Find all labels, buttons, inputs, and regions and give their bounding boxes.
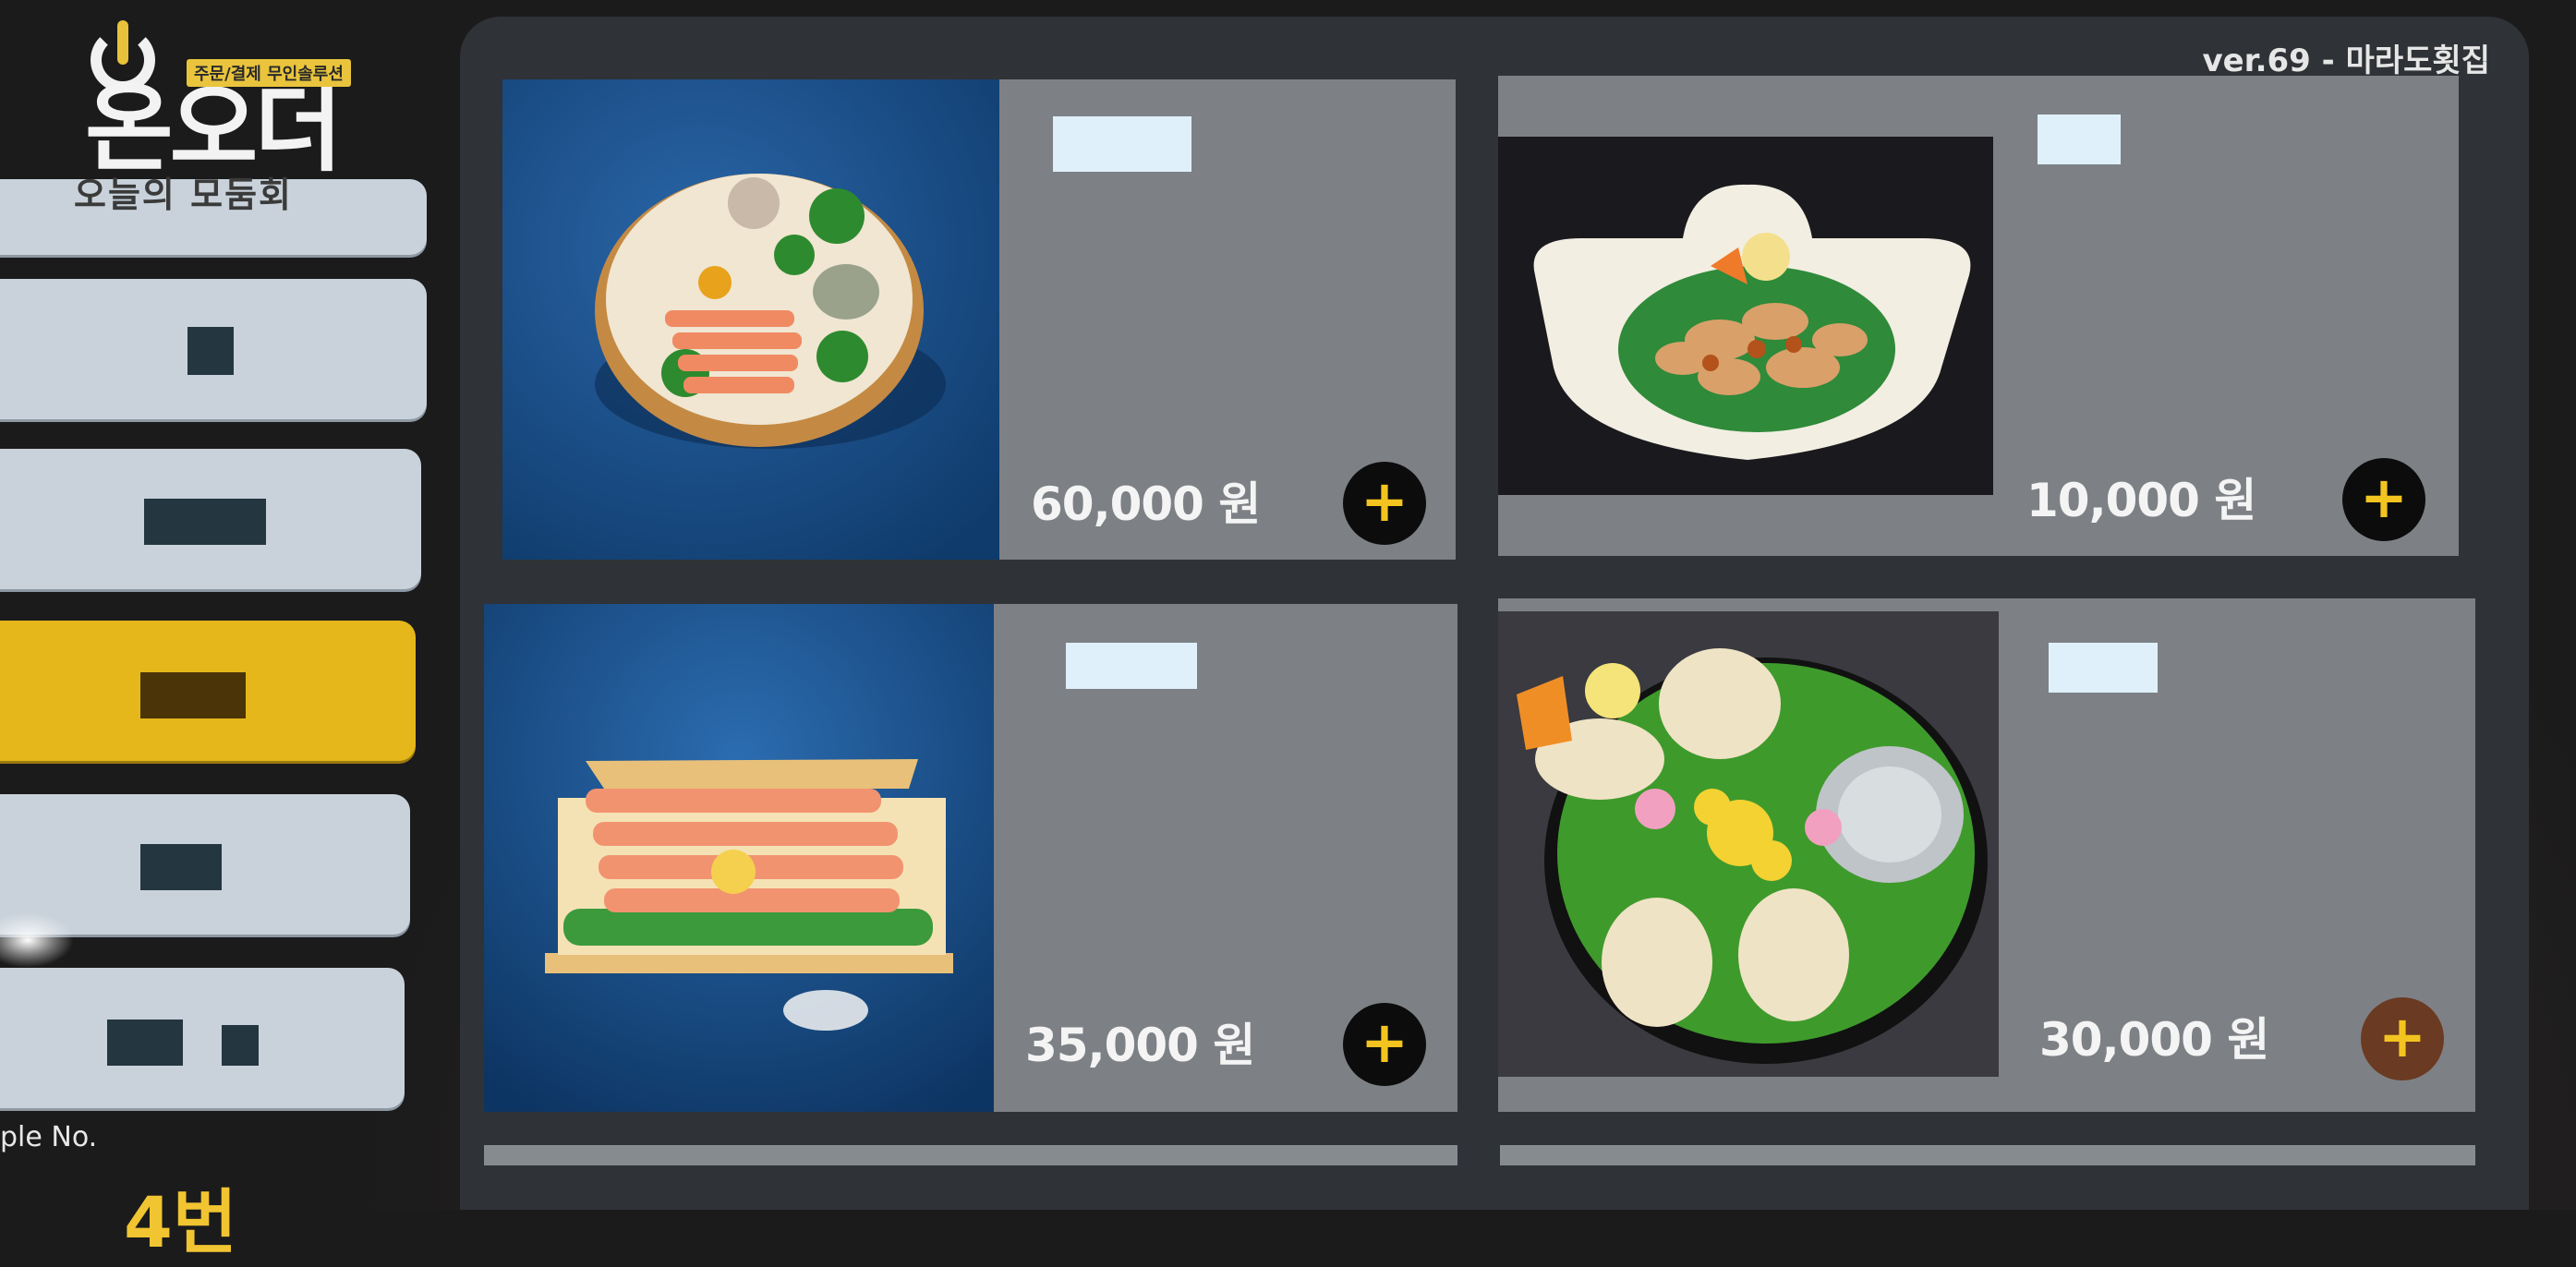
logo-text: 온오더 — [85, 72, 343, 185]
menu-item-name — [2038, 115, 2121, 164]
plus-icon: + — [1361, 467, 1409, 535]
plus-icon: + — [1361, 1008, 1409, 1076]
add-to-cart-button[interactable]: + — [2361, 997, 2444, 1080]
redacted-label — [140, 672, 246, 718]
menu-item-photo — [502, 79, 999, 560]
shrimp-photo — [484, 604, 994, 1112]
stirfry-photo — [1498, 137, 1993, 495]
menu-panel: ver.69 - 마라도횟집 60,000 원 + 10,000 원 + 35,… — [460, 17, 2529, 1210]
category-item-today-platter[interactable]: 오늘의 모둠회 — [0, 175, 427, 255]
menu-item-price: 30,000 원 — [2039, 1013, 2269, 1067]
screen-glare — [0, 912, 74, 968]
power-icon-bar — [117, 20, 128, 65]
menu-item-photo — [1498, 137, 1993, 495]
menu-card-4[interactable]: 30,000 원 + — [1498, 598, 2475, 1112]
add-to-cart-button[interactable]: + — [1343, 1003, 1426, 1086]
menu-card-2[interactable]: 10,000 원 + — [1498, 76, 2459, 556]
menu-card-6-edge — [1500, 1145, 2475, 1165]
redacted-label — [140, 844, 222, 890]
plus-icon: + — [2378, 1003, 2426, 1070]
category-sidebar: 온오더 주문/결제 무인솔루션 오늘의 모둠회 ple No. 4번 — [0, 0, 443, 1263]
version-label: ver.69 - 마라도횟집 — [2202, 42, 2490, 79]
redacted-label — [187, 327, 234, 375]
plus-icon: + — [2360, 464, 2408, 531]
menu-item-name — [1066, 643, 1197, 689]
abalone-photo — [1498, 611, 1999, 1077]
menu-item-photo — [1498, 611, 1999, 1077]
table-number: 4번 — [124, 1181, 237, 1263]
menu-item-name — [2049, 643, 2158, 693]
logo-tagline: 주문/결제 무인솔루션 — [187, 59, 351, 87]
category-item-label: 오늘의 모둠회 — [74, 175, 293, 215]
add-to-cart-button[interactable]: + — [2342, 458, 2425, 541]
category-item-3-selected[interactable] — [0, 621, 416, 761]
redacted-label — [222, 1025, 259, 1066]
menu-item-price: 60,000 원 — [1031, 477, 1261, 531]
app-logo: 온오더 주문/결제 무인솔루션 — [81, 20, 358, 185]
category-item-2[interactable] — [0, 449, 421, 589]
menu-item-name — [1053, 116, 1191, 172]
category-item-5[interactable] — [0, 968, 405, 1108]
redacted-label — [107, 1020, 183, 1066]
menu-item-photo — [484, 604, 994, 1112]
platter-photo — [502, 79, 999, 560]
add-to-cart-button[interactable]: + — [1343, 462, 1426, 545]
menu-item-price: 35,000 원 — [1025, 1019, 1255, 1072]
menu-card-1[interactable]: 60,000 원 + — [502, 79, 1456, 560]
menu-item-price: 10,000 원 — [2026, 474, 2256, 527]
category-item-1[interactable] — [0, 279, 427, 419]
redacted-label — [144, 499, 266, 545]
menu-card-3[interactable]: 35,000 원 + — [484, 604, 1457, 1112]
menu-card-5-edge — [484, 1145, 1457, 1165]
table-number-label: ple No. — [0, 1121, 98, 1153]
